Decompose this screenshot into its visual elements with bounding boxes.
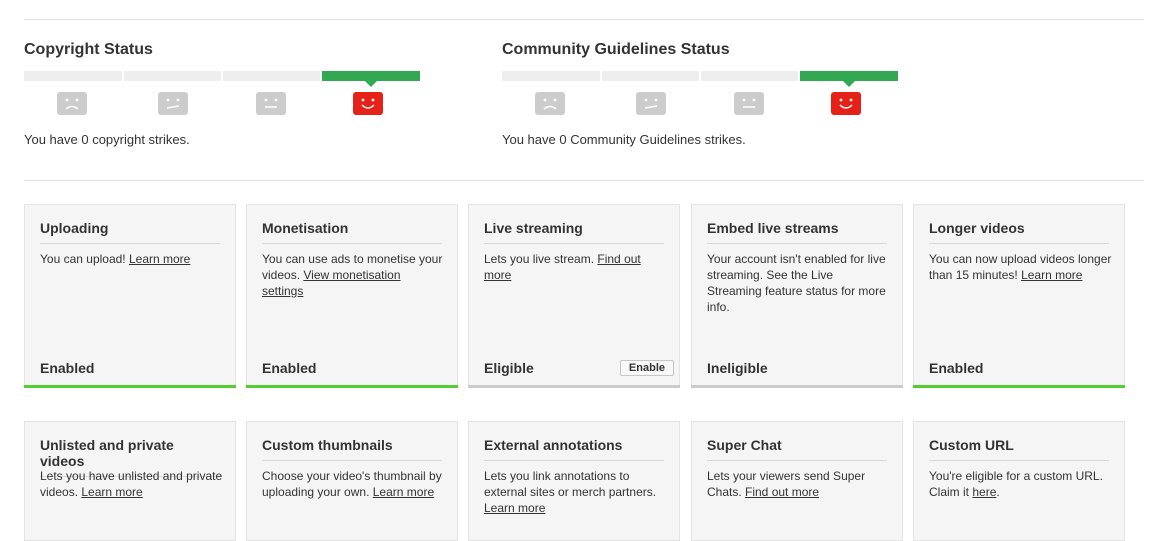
neutral-face-icon bbox=[734, 92, 764, 115]
find-out-more-link[interactable]: Find out more bbox=[745, 485, 819, 499]
copyright-strikes-text: You have 0 copyright strikes. bbox=[24, 132, 190, 147]
status-indicator-bar bbox=[246, 385, 458, 388]
feature-status: Eligible bbox=[484, 360, 534, 376]
copyright-status-title: Copyright Status bbox=[24, 41, 153, 58]
feature-title: Uploading bbox=[40, 220, 220, 244]
copyright-level-bar-3 bbox=[223, 71, 320, 81]
community-level-bar-4 bbox=[800, 71, 898, 87]
feature-title: Super Chat bbox=[707, 437, 887, 461]
feature-card-super-chat: Super Chat Lets your viewers send Super … bbox=[691, 421, 903, 541]
top-divider bbox=[24, 19, 1144, 20]
feature-title: Custom thumbnails bbox=[262, 437, 442, 461]
community-strikes-text: You have 0 Community Guidelines strikes. bbox=[502, 132, 746, 147]
smile-face-icon bbox=[831, 92, 861, 115]
community-faces bbox=[502, 92, 898, 116]
feature-title: Embed live streams bbox=[707, 220, 887, 244]
claim-custom-url-link[interactable]: here bbox=[972, 485, 996, 499]
neutral-face-icon bbox=[158, 92, 188, 115]
feature-description: Choose your video's thumbnail by uploadi… bbox=[262, 469, 442, 499]
community-level-bar-3 bbox=[701, 71, 798, 81]
copyright-faces bbox=[24, 92, 420, 116]
feature-status: Enabled bbox=[40, 360, 95, 376]
learn-more-link[interactable]: Learn more bbox=[129, 252, 190, 266]
feature-status: Ineligible bbox=[707, 360, 768, 376]
status-indicator-bar bbox=[691, 385, 903, 388]
feature-description: Your account isn't enabled for live stre… bbox=[707, 252, 886, 314]
copyright-level-bar-4 bbox=[322, 71, 420, 87]
feature-title: Monetisation bbox=[262, 220, 442, 244]
community-level-bar-2 bbox=[602, 71, 699, 81]
feature-card-unlisted-private-videos: Unlisted and private videos Lets you hav… bbox=[24, 421, 236, 541]
sad-face-icon bbox=[57, 92, 87, 115]
feature-title: Custom URL bbox=[929, 437, 1109, 461]
copyright-status-section: Copyright Status You have 0 copyright st… bbox=[24, 40, 424, 147]
learn-more-link[interactable]: Learn more bbox=[484, 501, 545, 515]
feature-card-external-annotations: External annotations Lets you link annot… bbox=[468, 421, 680, 541]
feature-description: Lets you have unlisted and private video… bbox=[40, 469, 223, 499]
community-level-bar-1 bbox=[502, 71, 600, 81]
feature-card-longer-videos: Longer videos You can now upload videos … bbox=[913, 204, 1125, 388]
feature-description: You can upload! Learn more bbox=[40, 252, 191, 266]
feature-description: You can use ads to monetise your videos.… bbox=[262, 252, 443, 298]
feature-description: You can now upload videos longer than 15… bbox=[929, 252, 1112, 282]
status-indicator-bar bbox=[468, 385, 680, 388]
feature-card-monetisation: Monetisation You can use ads to monetise… bbox=[246, 204, 458, 388]
neutral-face-icon bbox=[636, 92, 666, 115]
sad-face-icon bbox=[535, 92, 565, 115]
feature-description: Lets you live stream. Find out more bbox=[484, 252, 641, 282]
feature-title: Longer videos bbox=[929, 220, 1109, 244]
community-status-section: Community Guidelines Status You have 0 C… bbox=[502, 40, 902, 147]
middle-divider bbox=[24, 180, 1144, 181]
feature-card-live-streaming: Live streaming Lets you live stream. Fin… bbox=[468, 204, 680, 388]
feature-status: Enabled bbox=[262, 360, 317, 376]
feature-card-uploading: Uploading You can upload! Learn more Ena… bbox=[24, 204, 236, 388]
learn-more-link[interactable]: Learn more bbox=[1021, 268, 1082, 282]
feature-description: Lets your viewers send Super Chats. Find… bbox=[707, 469, 866, 499]
feature-description: You're eligible for a custom URL. Claim … bbox=[929, 469, 1103, 499]
feature-description: Lets you link annotations to external si… bbox=[484, 469, 657, 515]
copyright-strike-meter bbox=[24, 71, 420, 87]
smile-face-icon bbox=[353, 92, 383, 115]
copyright-level-bar-2 bbox=[124, 71, 221, 81]
feature-card-custom-thumbnails: Custom thumbnails Choose your video's th… bbox=[246, 421, 458, 541]
community-status-title: Community Guidelines Status bbox=[502, 41, 730, 58]
feature-status: Enabled bbox=[929, 360, 984, 376]
copyright-level-bar-1 bbox=[24, 71, 122, 81]
status-indicator-bar bbox=[24, 385, 236, 388]
community-strike-meter bbox=[502, 71, 898, 87]
learn-more-link[interactable]: Learn more bbox=[81, 485, 142, 499]
feature-card-custom-url: Custom URL You're eligible for a custom … bbox=[913, 421, 1125, 541]
feature-card-embed-live-streams: Embed live streams Your account isn't en… bbox=[691, 204, 903, 388]
neutral-face-icon bbox=[256, 92, 286, 115]
status-indicator-bar bbox=[913, 385, 1125, 388]
learn-more-link[interactable]: Learn more bbox=[373, 485, 434, 499]
feature-title: External annotations bbox=[484, 437, 664, 461]
enable-live-streaming-button[interactable]: Enable bbox=[619, 360, 674, 376]
feature-title: Live streaming bbox=[484, 220, 664, 244]
